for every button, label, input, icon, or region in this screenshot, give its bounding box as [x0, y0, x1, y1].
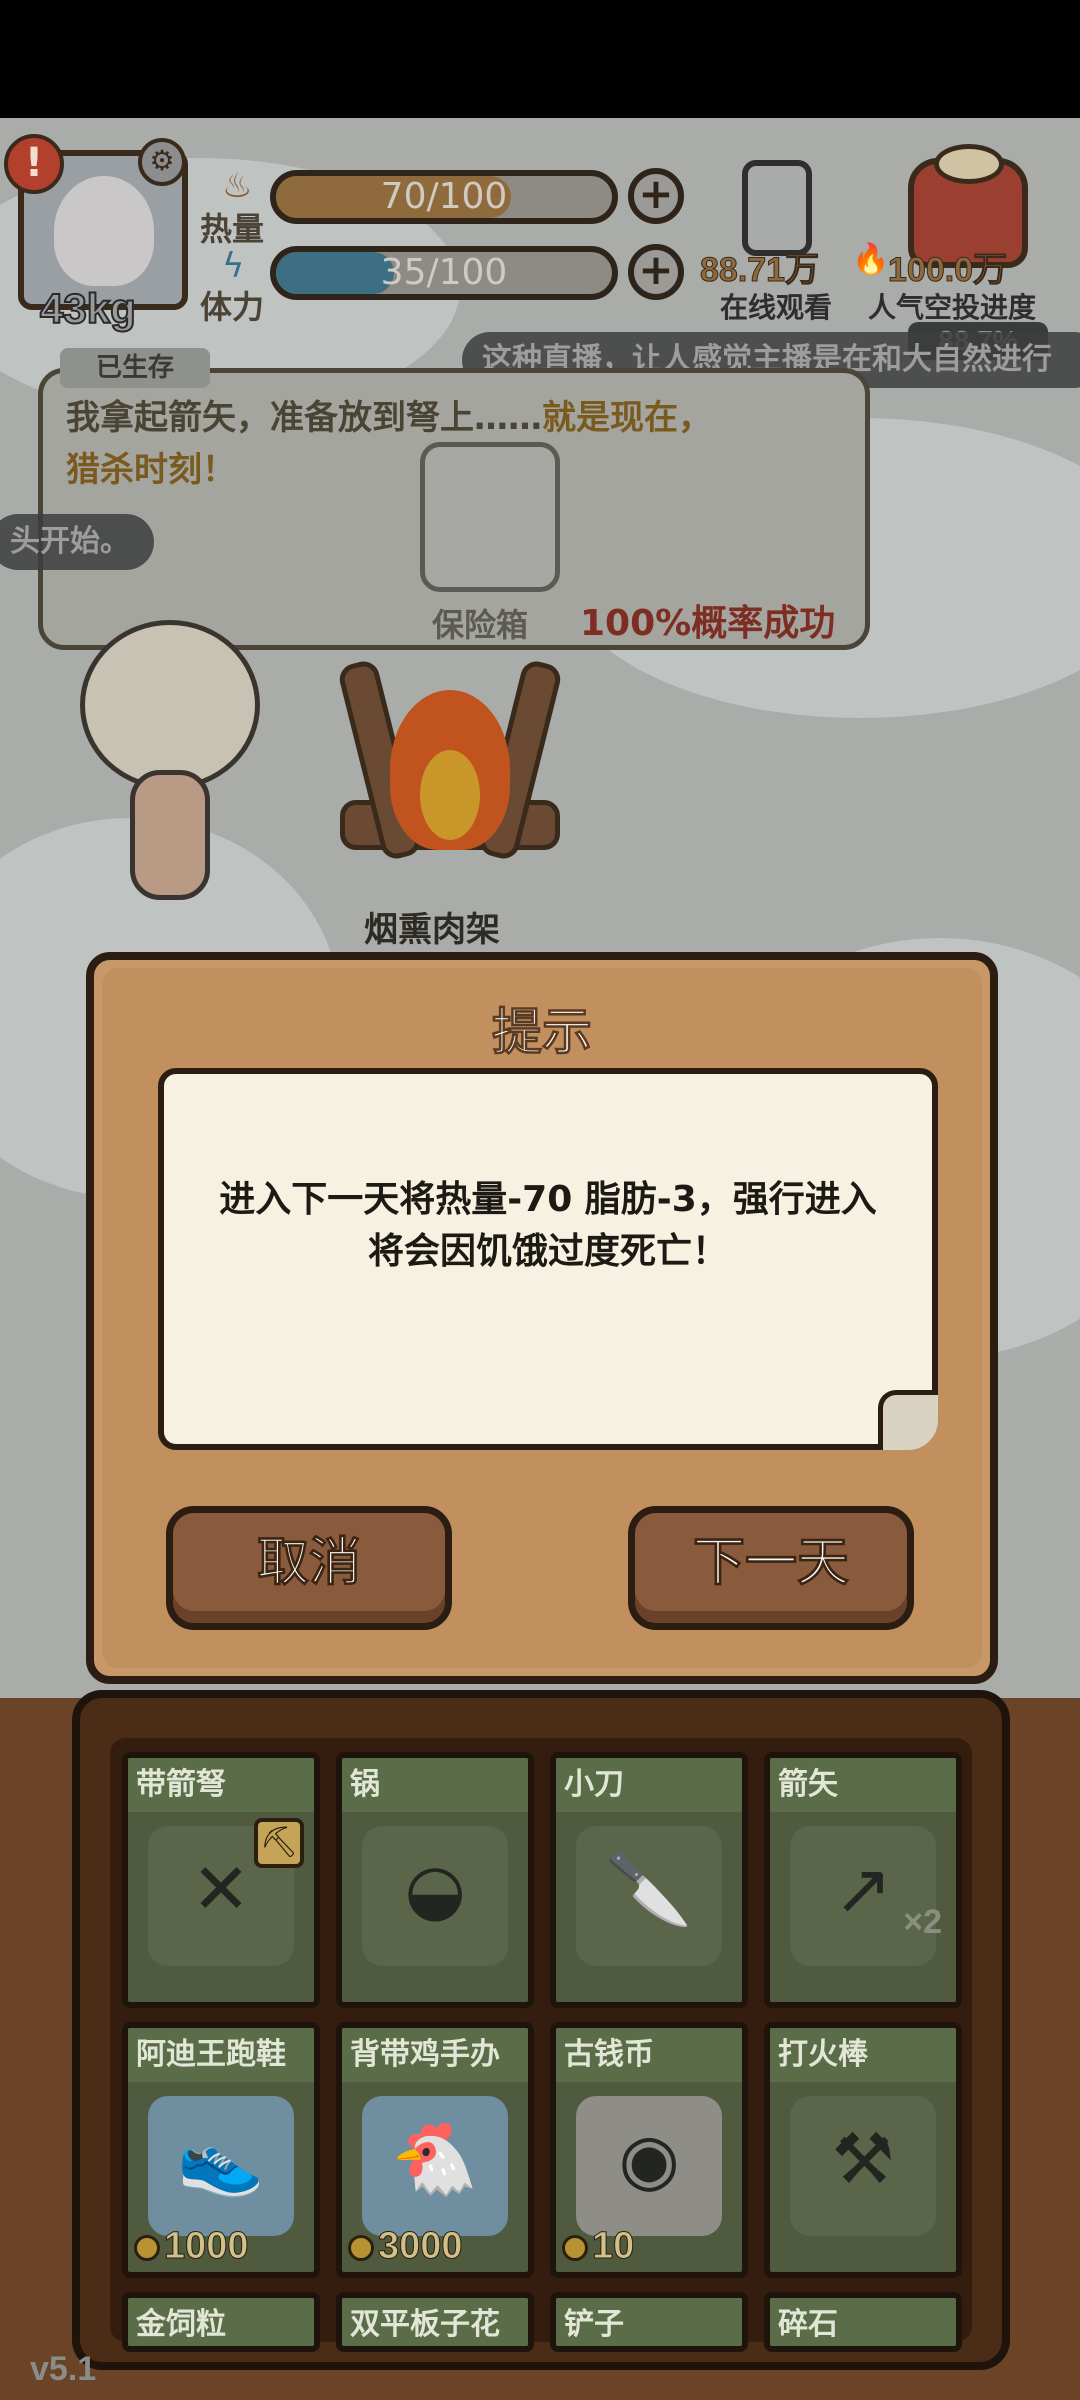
status-bar: [0, 0, 1080, 118]
success-chance: 100%概率成功: [580, 603, 836, 644]
inventory-item-fire-starter[interactable]: 打火棒 ⚒: [764, 2022, 962, 2278]
inventory-item[interactable]: 双平板子花: [336, 2292, 534, 2352]
item-price: 3000: [348, 2225, 463, 2268]
event-speaker: 已生存: [60, 348, 210, 388]
campfire-icon[interactable]: [330, 650, 570, 910]
event-line2: 猎杀时刻！: [66, 450, 236, 490]
coin-icon: [562, 2234, 588, 2261]
add-heat-button[interactable]: +: [628, 168, 684, 224]
weight-value: 43kg: [39, 284, 137, 333]
heat-bar: 70/100: [270, 170, 618, 224]
item-name: 铲子: [556, 2298, 742, 2346]
airdrop-caption: 人气空投进度: [868, 291, 1037, 324]
cancel-button[interactable]: 取消: [166, 1506, 452, 1630]
player-character: [80, 620, 260, 900]
heat-label: 热量: [200, 210, 265, 248]
inventory-item-shoes[interactable]: 阿迪王跑鞋 👟 1000: [122, 2022, 320, 2278]
gear-icon[interactable]: ⚙: [138, 138, 186, 186]
coin-item-icon: ◉: [618, 2118, 680, 2200]
viewer-count: 88.71万: [699, 251, 820, 290]
stamina-value: 35/100: [380, 252, 508, 293]
inventory-item[interactable]: 碎石: [764, 2292, 962, 2352]
item-name: 古钱币: [556, 2028, 742, 2082]
safe-label: 保险箱: [432, 606, 529, 644]
item-price: 1000: [134, 2225, 249, 2268]
inventory-item-coin[interactable]: 古钱币 ◉ 10: [550, 2022, 748, 2278]
event-line1-highlight: 就是现在，: [542, 398, 712, 438]
dialog-title: 提示: [492, 1003, 593, 1062]
stamina-bar: 35/100: [270, 246, 618, 300]
add-stamina-button[interactable]: +: [628, 244, 684, 300]
item-name: 箭矢: [770, 1758, 956, 1812]
inventory-item-arrow[interactable]: 箭矢 ↗ ×2: [764, 1752, 962, 2008]
fire-icon: 🔥: [852, 242, 890, 277]
heat-icon: ♨: [222, 166, 253, 206]
shovel-badge-icon: ⛏: [254, 1818, 304, 1868]
inventory-panel: 带箭弩 ✕ ⛏ 锅 ◒ 小刀 🔪 箭矢 ↗ ×2 阿迪王跑鞋 👟 1000 背带…: [72, 1690, 1010, 2370]
confirm-dialog: 提示 进入下一天将热量-70 脂肪-3，强行进入 将会因饥饿过度死亡！ 取消 下…: [86, 952, 998, 1684]
item-name: 碎石: [770, 2298, 956, 2346]
page-curl-icon: [878, 1390, 938, 1450]
inventory-item[interactable]: 铲子: [550, 2292, 748, 2352]
next-day-button[interactable]: 下一天: [628, 1506, 914, 1630]
heat-value: 70/100: [380, 176, 508, 217]
inventory-item-chicken-figure[interactable]: 背带鸡手办 🐔 3000: [336, 2022, 534, 2278]
fire-starter-icon: ⚒: [831, 2118, 895, 2200]
inventory-item-crossbow[interactable]: 带箭弩 ✕ ⛏: [122, 1752, 320, 2008]
dialog-message: 进入下一天将热量-70 脂肪-3，强行进入 将会因饥饿过度死亡！: [174, 1174, 922, 1278]
danmaku-comment: 头开始。: [0, 514, 154, 570]
event-line1: 我拿起箭矢，准备放到弩上……: [66, 398, 542, 438]
shoe-icon: 👟: [177, 2118, 265, 2200]
item-price: 10: [562, 2225, 635, 2268]
pot-icon: ◒: [404, 1848, 466, 1930]
item-count: ×2: [903, 1903, 942, 1941]
stamina-label: 体力: [200, 288, 265, 326]
version-label: v5.1: [30, 2350, 97, 2388]
viewers-caption: 在线观看: [720, 291, 833, 324]
dialog-message-panel: 进入下一天将热量-70 脂肪-3，强行进入 将会因饥饿过度死亡！: [158, 1068, 938, 1450]
safe-icon: [420, 442, 560, 592]
campfire-label: 烟熏肉架: [364, 910, 500, 950]
alert-icon[interactable]: !: [4, 134, 64, 194]
coin-icon: [134, 2234, 160, 2261]
item-name: 小刀: [556, 1758, 742, 1812]
item-name: 金饲粒: [128, 2298, 314, 2346]
item-name: 打火棒: [770, 2028, 956, 2082]
item-name: 背带鸡手办: [342, 2028, 528, 2082]
inventory-item[interactable]: 金饲粒: [122, 2292, 320, 2352]
chicken-icon: 🐔: [391, 2118, 479, 2200]
coin-icon: [348, 2234, 374, 2261]
item-name: 阿迪王跑鞋: [128, 2028, 314, 2082]
popularity-count: 100.0万: [887, 251, 1008, 290]
dialog-message-line1: 进入下一天将热量-70 脂肪-3，强行进入: [219, 1179, 877, 1220]
lightning-icon: ϟ: [222, 246, 245, 286]
knife-icon: 🔪: [605, 1848, 693, 1930]
item-name: 带箭弩: [128, 1758, 314, 1812]
dialog-message-line2: 将会因饥饿过度死亡！: [367, 1231, 728, 1272]
item-name: 锅: [342, 1758, 528, 1812]
inventory-item-knife[interactable]: 小刀 🔪: [550, 1752, 748, 2008]
item-name: 双平板子花: [342, 2298, 528, 2346]
inventory-item-pot[interactable]: 锅 ◒: [336, 1752, 534, 2008]
